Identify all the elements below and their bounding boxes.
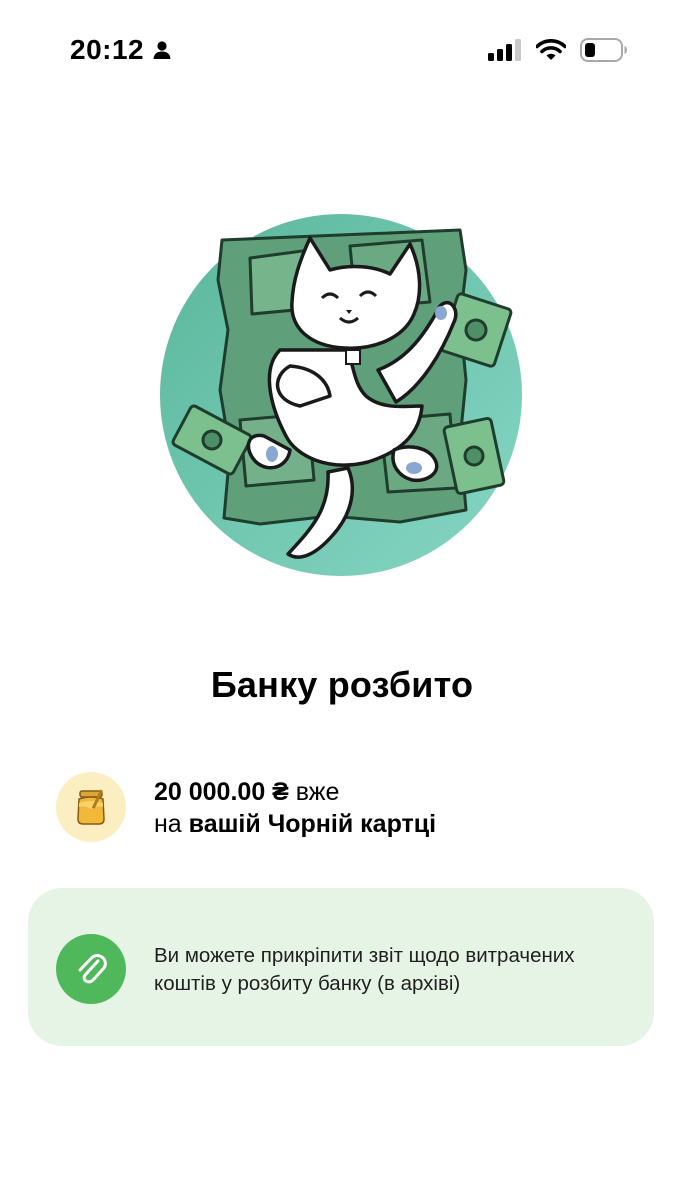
cellular-signal-icon [488,39,522,66]
paperclip-icon [56,934,126,1004]
status-time: 20:12 [70,34,145,65]
payout-summary: 20 000.00 ₴ вже на вашій Чорній картці [56,772,636,844]
destination-card: вашій Чорній картці [188,810,437,838]
battery-icon [580,38,628,67]
summary-line-destination: на вашій Чорній картці [154,808,436,840]
attach-report-text: Ви можете прикріпити звіт щодо витрачени… [154,944,575,995]
summary-text: 20 000.00 ₴ вже на вашій Чорній картці [154,776,436,840]
payout-amount: 20 000.00 ₴ [154,778,289,806]
status-bar: 20:12 [0,0,684,100]
payout-amount-suffix: вже [288,778,340,806]
time-group: 20:12 [70,34,172,66]
wifi-icon [535,39,567,66]
honey-jar-icon [56,772,126,842]
status-icons [488,38,628,67]
summary-line-amount: 20 000.00 ₴ вже [154,776,436,808]
destination-prefix: на [154,810,189,838]
attach-report-card[interactable]: Ви можете прикріпити звіт щодо витрачени… [28,888,654,1046]
person-icon [152,40,172,60]
cat-on-money-illustration [160,210,526,580]
page-title: Банку розбито [210,664,474,705]
